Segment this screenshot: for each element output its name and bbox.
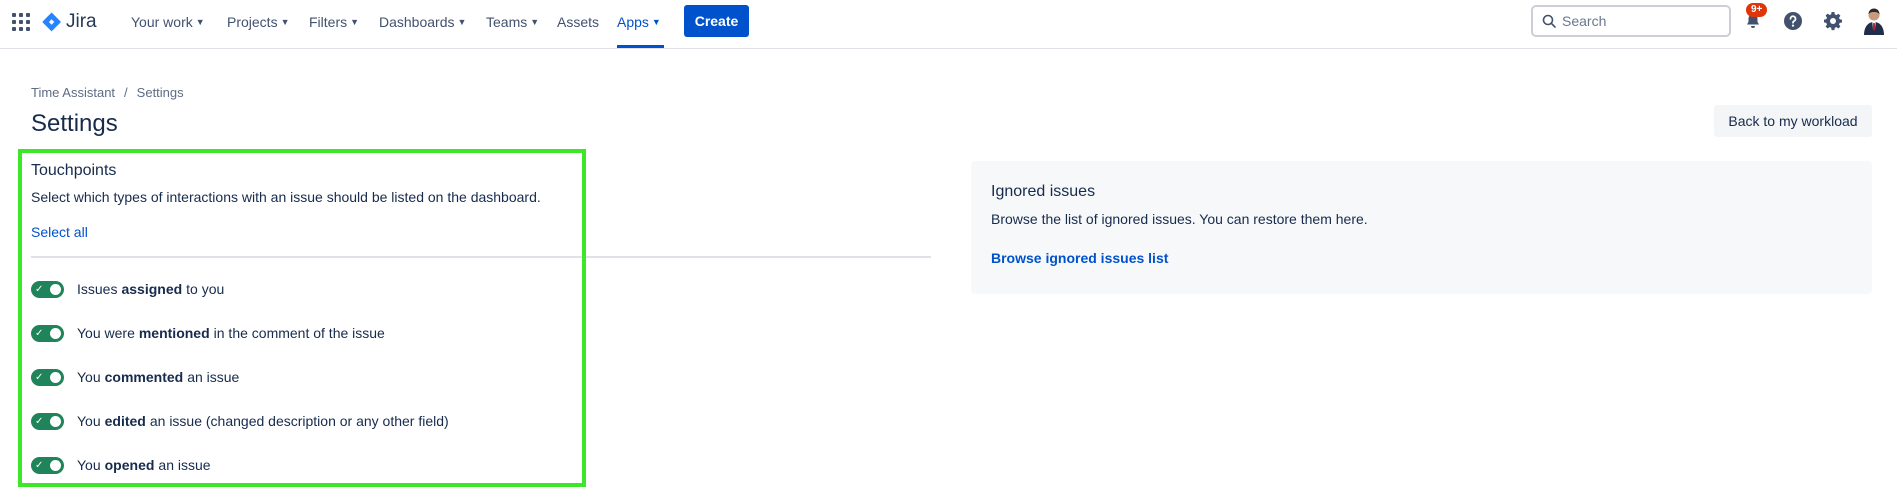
nav-apps-label: Apps <box>617 14 649 30</box>
nav-filters[interactable]: Filters ▼ <box>309 11 359 33</box>
top-navigation: Jira Your work ▼ Projects ▼ Filters ▼ Da… <box>0 0 1897 49</box>
jira-logo[interactable]: Jira <box>42 10 97 34</box>
chevron-down-icon: ▼ <box>651 17 661 27</box>
chevron-down-icon: ▼ <box>530 17 540 27</box>
page-title: Settings <box>31 110 118 137</box>
breadcrumb: Time Assistant / Settings <box>31 85 184 100</box>
nav-projects-label: Projects <box>227 14 278 30</box>
help-button[interactable] <box>1781 9 1805 33</box>
search-box[interactable] <box>1531 5 1731 37</box>
gear-icon <box>1824 12 1842 31</box>
nav-assets[interactable]: Assets <box>557 11 599 33</box>
chevron-down-icon: ▼ <box>350 17 360 27</box>
nav-teams[interactable]: Teams ▼ <box>486 11 539 33</box>
search-icon <box>1542 14 1556 28</box>
search-input[interactable] <box>1562 13 1712 29</box>
breadcrumb-separator: / <box>124 85 128 100</box>
nav-your-work-label: Your work <box>131 14 193 30</box>
breadcrumb-root[interactable]: Time Assistant <box>31 85 115 100</box>
nav-dashboards[interactable]: Dashboards ▼ <box>379 11 466 33</box>
back-to-workload-button[interactable]: Back to my workload <box>1714 105 1872 137</box>
browse-ignored-issues-link[interactable]: Browse ignored issues list <box>991 250 1168 266</box>
ignored-issues-description: Browse the list of ignored issues. You c… <box>991 211 1368 227</box>
chevron-down-icon: ▼ <box>195 17 205 27</box>
nav-filters-label: Filters <box>309 14 348 30</box>
settings-button[interactable] <box>1821 9 1845 33</box>
ignored-issues-card: Ignored issues Browse the list of ignore… <box>971 161 1872 294</box>
app-switcher-icon[interactable] <box>12 13 30 31</box>
logo-text: Jira <box>66 11 97 32</box>
jira-logo-icon <box>42 12 61 32</box>
nav-teams-label: Teams <box>486 14 528 30</box>
nav-apps[interactable]: Apps ▼ <box>617 11 661 33</box>
user-avatar-icon <box>1864 8 1884 35</box>
avatar[interactable] <box>1861 7 1887 35</box>
notifications-badge: 9+ <box>1746 3 1768 17</box>
create-button[interactable]: Create <box>684 5 749 37</box>
ignored-issues-title: Ignored issues <box>991 183 1096 200</box>
chevron-down-icon: ▼ <box>457 17 467 27</box>
nav-assets-label: Assets <box>557 14 600 30</box>
nav-dashboards-label: Dashboards <box>379 14 455 30</box>
highlight-box <box>18 149 586 487</box>
breadcrumb-current[interactable]: Settings <box>137 85 184 100</box>
help-icon <box>1784 12 1802 30</box>
nav-your-work[interactable]: Your work ▼ <box>131 11 205 33</box>
chevron-down-icon: ▼ <box>280 17 290 27</box>
nav-projects[interactable]: Projects ▼ <box>227 11 290 33</box>
active-tab-indicator <box>617 45 664 48</box>
